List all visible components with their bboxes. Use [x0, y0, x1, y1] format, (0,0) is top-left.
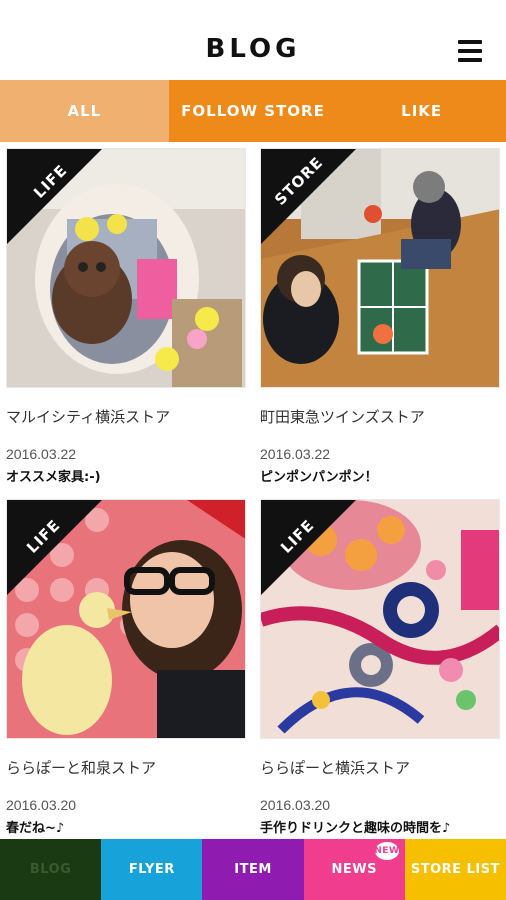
post-card[interactable]: LIFE ららぽーと和泉ストア 2016.03.20 春だね~♪	[6, 499, 246, 839]
nav-news[interactable]: NEWS NEW	[303, 839, 405, 900]
store-name: マルイシティ横浜ストア	[6, 408, 171, 426]
post-photo[interactable]: STORE	[260, 148, 500, 388]
tab-follow-store[interactable]: FOLLOW STORE	[168, 80, 338, 142]
post-photo[interactable]: LIFE	[260, 499, 500, 739]
store-name: 町田東急ツインズストア	[260, 408, 425, 426]
app-header: BLOG	[0, 0, 506, 80]
post-card[interactable]: LIFE マルイシティ横浜ストア 2016.03.22 オススメ家具:-)	[6, 148, 246, 488]
post-date: 2016.03.20	[6, 797, 77, 813]
post-date: 2016.03.22	[260, 446, 331, 462]
store-name: ららぽーと和泉ストア	[6, 759, 157, 777]
post-title: オススメ家具:-)	[6, 470, 101, 485]
post-date: 2016.03.20	[260, 797, 331, 813]
post-card[interactable]: STORE 町田東急ツインズストア 2016.03.22 ピンポンパンポン！	[260, 148, 500, 488]
post-date: 2016.03.22	[6, 446, 77, 462]
page-title: BLOG	[205, 34, 301, 64]
nav-store-list[interactable]: STORE LIST	[404, 839, 506, 900]
post-title: 春だね~♪	[6, 821, 65, 836]
nav-flyer[interactable]: FLYER	[101, 839, 203, 900]
bottom-nav: BLOG FLYER ITEM NEWS NEW STORE LIST	[0, 839, 506, 900]
hamburger-menu-icon[interactable]	[458, 40, 482, 62]
post-card[interactable]: LIFE ららぽーと横浜ストア 2016.03.20 手作りドリンクと趣味の時間…	[260, 499, 500, 839]
filter-tabs: ALL FOLLOW STORE LIKE	[0, 80, 506, 142]
nav-item[interactable]: ITEM	[202, 839, 304, 900]
nav-news-label: NEWS	[331, 862, 377, 877]
store-name: ららぽーと横浜ストア	[260, 759, 411, 777]
post-photo[interactable]: LIFE	[6, 499, 246, 739]
new-badge: NEW	[374, 842, 399, 860]
tab-like[interactable]: LIKE	[337, 80, 506, 142]
post-title: 手作りドリンクと趣味の時間を♪	[260, 821, 451, 836]
nav-blog[interactable]: BLOG	[0, 839, 102, 900]
post-photo[interactable]: LIFE	[6, 148, 246, 388]
tab-all[interactable]: ALL	[0, 80, 169, 142]
post-title: ピンポンパンポン！	[260, 470, 378, 485]
